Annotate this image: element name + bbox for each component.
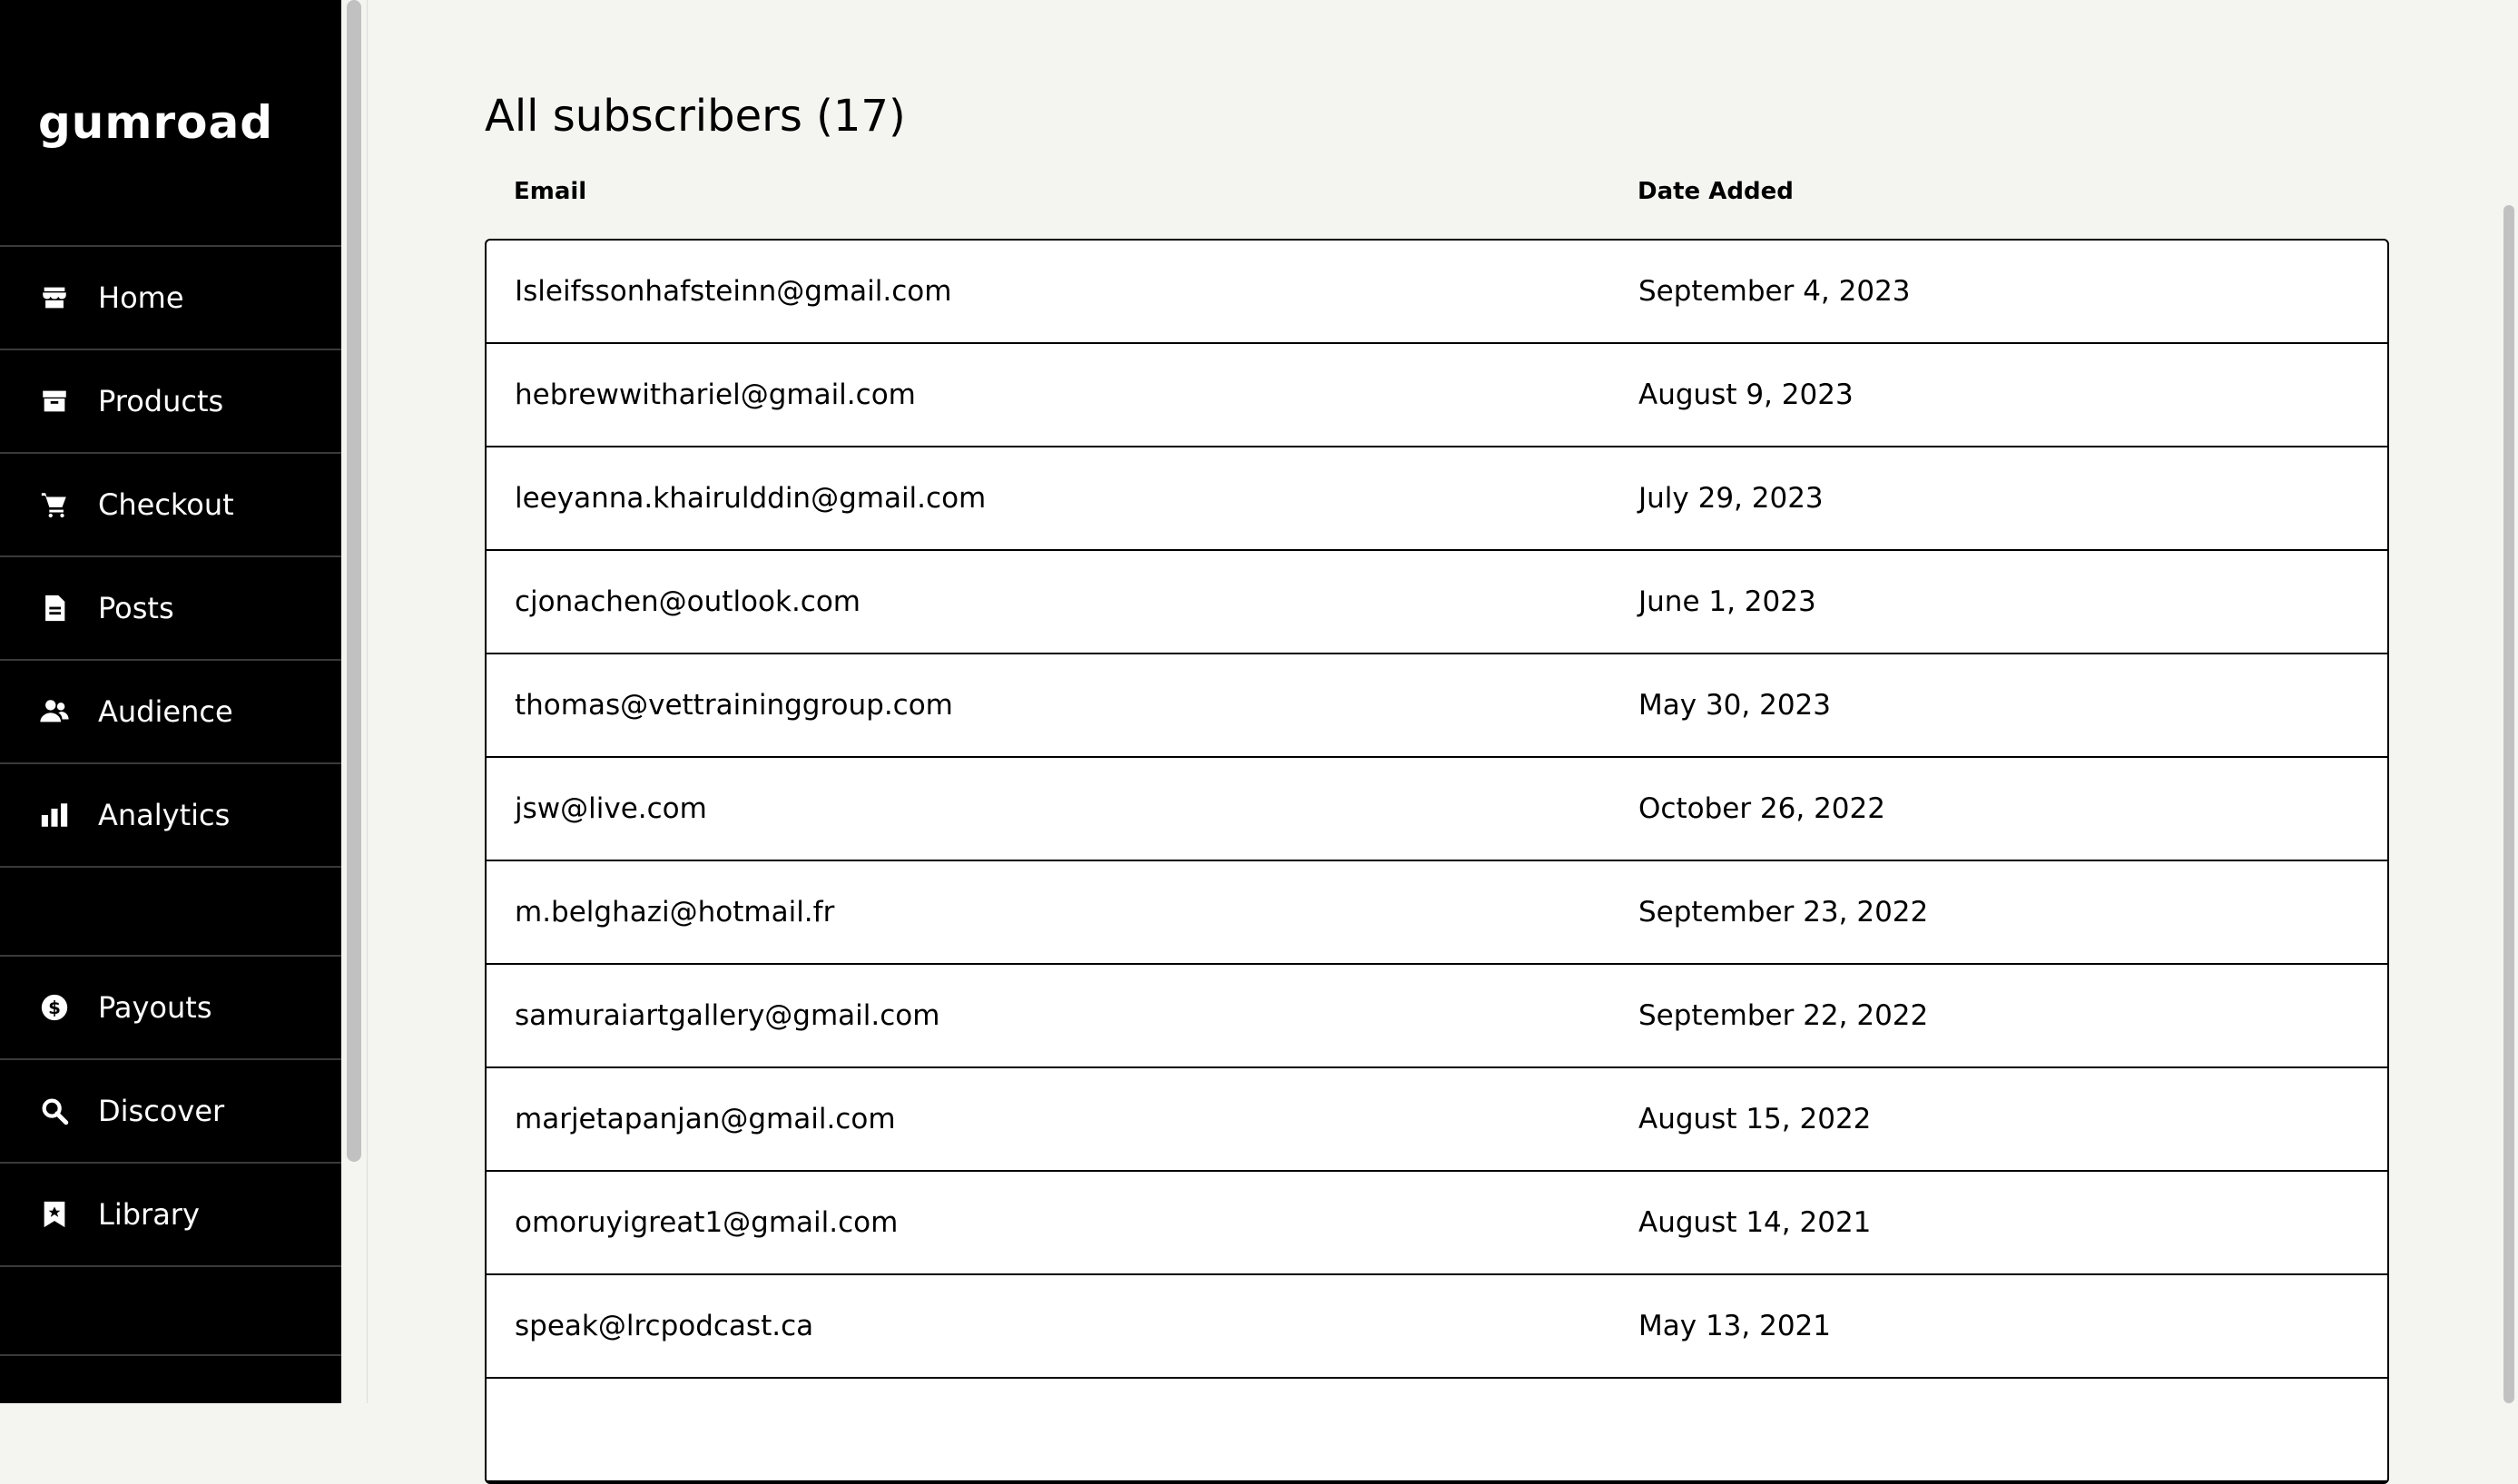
table-row[interactable] xyxy=(487,1379,2387,1482)
table-row[interactable]: speak@lrcpodcast.ca May 13, 2021 xyxy=(487,1275,2387,1379)
subscriber-email: m.belghazi@hotmail.fr xyxy=(515,896,835,929)
sidebar-item-audience[interactable]: Audience xyxy=(0,661,341,764)
sidebar-spacer xyxy=(0,868,341,957)
subscriber-date: August 15, 2022 xyxy=(1638,1103,1872,1135)
page-title: All subscribers (17) xyxy=(485,91,906,142)
table-row[interactable]: omoruyigreat1@gmail.com August 14, 2021 xyxy=(487,1172,2387,1275)
sidebar-item-label: Checkout xyxy=(98,487,234,522)
sidebar-item-label: Discover xyxy=(98,1094,225,1128)
table-row[interactable]: hebrewwithariel@gmail.com August 9, 2023 xyxy=(487,344,2387,447)
sidebar-item-products[interactable]: Products xyxy=(0,350,341,454)
subscribers-table: Isleifssonhafsteinn@gmail.com September … xyxy=(485,239,2389,1484)
subscriber-date: July 29, 2023 xyxy=(1638,482,1824,515)
subscriber-email: hebrewwithariel@gmail.com xyxy=(515,378,916,411)
subscriber-date: September 23, 2022 xyxy=(1638,896,1929,929)
sidebar-item-payouts[interactable]: $ Payouts xyxy=(0,957,341,1060)
table-row[interactable]: thomas@vettraininggroup.com May 30, 2023 xyxy=(487,654,2387,758)
sidebar-item-label: Products xyxy=(98,384,224,418)
sidebar-spacer-bottom xyxy=(0,1267,341,1356)
subscriber-date: October 26, 2022 xyxy=(1638,792,1885,825)
subscriber-email: cjonachen@outlook.com xyxy=(515,585,861,618)
subscriber-date: August 9, 2023 xyxy=(1638,378,1854,411)
subscriber-date: May 30, 2023 xyxy=(1638,689,1831,722)
sidebar-item-label: Posts xyxy=(98,591,174,625)
logo-area: gumroad xyxy=(0,0,341,247)
subscriber-email: jsw@live.com xyxy=(515,792,707,825)
bar-chart-icon xyxy=(38,799,71,831)
sidebar-item-label: Home xyxy=(98,280,184,315)
people-icon xyxy=(38,695,71,728)
subscriber-date: August 14, 2021 xyxy=(1638,1206,1872,1239)
sidebar-item-library[interactable]: Library xyxy=(0,1164,341,1267)
table-row[interactable]: marjetapanjan@gmail.com August 15, 2022 xyxy=(487,1068,2387,1172)
sidebar-item-label: Library xyxy=(98,1197,200,1232)
subscriber-email: leeyanna.khairulddin@gmail.com xyxy=(515,482,987,515)
svg-text:$: $ xyxy=(48,998,61,1018)
subscriber-date: June 1, 2023 xyxy=(1638,585,1816,618)
table-row[interactable]: m.belghazi@hotmail.fr September 23, 2022 xyxy=(487,861,2387,965)
sidebar-item-checkout[interactable]: Checkout xyxy=(0,454,341,557)
sidebar-scrollbar-thumb[interactable] xyxy=(347,0,361,1162)
dollar-circle-icon: $ xyxy=(38,991,71,1024)
table-header: Email Date Added xyxy=(485,178,2389,214)
column-header-date-added[interactable]: Date Added xyxy=(1638,178,1794,205)
table-row[interactable]: samuraiartgallery@gmail.com September 22… xyxy=(487,965,2387,1068)
document-icon xyxy=(38,592,71,624)
sidebar-item-discover[interactable]: Discover xyxy=(0,1060,341,1164)
table-row[interactable]: jsw@live.com October 26, 2022 xyxy=(487,758,2387,861)
subscriber-email: omoruyigreat1@gmail.com xyxy=(515,1206,899,1239)
column-header-email[interactable]: Email xyxy=(514,178,586,205)
sidebar-item-home[interactable]: Home xyxy=(0,247,341,350)
subscriber-email: samuraiartgallery@gmail.com xyxy=(515,999,940,1032)
subscriber-email: marjetapanjan@gmail.com xyxy=(515,1103,896,1135)
store-icon xyxy=(38,281,71,314)
subscriber-date: September 22, 2022 xyxy=(1638,999,1929,1032)
subscriber-email: Isleifssonhafsteinn@gmail.com xyxy=(515,275,952,308)
subscriber-email: speak@lrcpodcast.ca xyxy=(515,1310,814,1342)
page-scrollbar-thumb[interactable] xyxy=(2503,205,2514,1403)
sidebar: gumroad Home Products Checkout Posts Aud… xyxy=(0,0,341,1403)
subscriber-date: May 13, 2021 xyxy=(1638,1310,1831,1342)
cart-icon xyxy=(38,488,71,521)
subscriber-email: thomas@vettraininggroup.com xyxy=(515,689,953,722)
gumroad-logo[interactable]: gumroad xyxy=(38,96,273,149)
sidebar-item-label: Payouts xyxy=(98,990,212,1025)
bookmark-icon xyxy=(38,1198,71,1231)
search-icon xyxy=(38,1095,71,1127)
sidebar-item-label: Analytics xyxy=(98,798,231,832)
sidebar-item-posts[interactable]: Posts xyxy=(0,557,341,661)
archive-box-icon xyxy=(38,385,71,418)
table-row[interactable]: leeyanna.khairulddin@gmail.com July 29, … xyxy=(487,447,2387,551)
sidebar-item-label: Audience xyxy=(98,694,233,729)
subscriber-date: September 4, 2023 xyxy=(1638,275,1911,308)
table-row[interactable]: Isleifssonhafsteinn@gmail.com September … xyxy=(487,241,2387,344)
table-row[interactable]: cjonachen@outlook.com June 1, 2023 xyxy=(487,551,2387,654)
sidebar-item-analytics[interactable]: Analytics xyxy=(0,764,341,868)
